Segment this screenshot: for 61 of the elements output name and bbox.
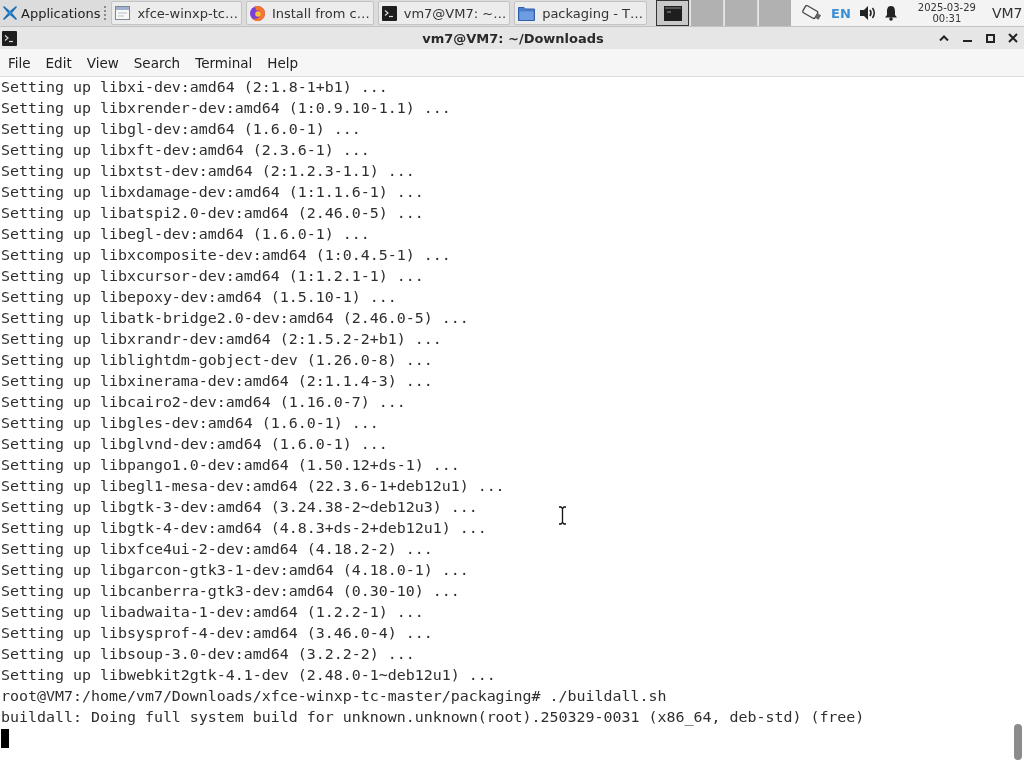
scrollbar-thumb[interactable] xyxy=(1014,724,1022,760)
applications-menu-button[interactable]: Applications xyxy=(0,0,104,26)
menu-item[interactable]: Help xyxy=(259,52,306,73)
taskbar-button[interactable]: xfce-winxp-tc… xyxy=(111,1,242,25)
terminal-line: Setting up libpango1.0-dev:amd64 (1.50.12+ds-1) ... xyxy=(1,455,460,476)
terminal-line: Setting up libepoxy-dev:amd64 (1.5.10-1) ... xyxy=(1,287,397,308)
terminal-line: Setting up libadwaita-1-dev:amd64 (1.2.2-1) ... xyxy=(1,602,424,623)
terminal-line: Setting up libwebkit2gtk-4.1-dev (2.48.0-1~deb12u1) ... xyxy=(1,665,496,686)
terminal-line: Setting up libxi-dev:amd64 (2:1.8-1+b1) ... xyxy=(1,77,388,98)
taskbar-button[interactable]: Install from c… xyxy=(245,1,374,25)
terminal-line: Setting up libxcomposite-dev:amd64 (1:0.4.5-1) ... xyxy=(1,245,451,266)
workspace-button[interactable] xyxy=(656,0,690,26)
terminal-line: Setting up liblightdm-gobject-dev (1.26.0-8) ... xyxy=(1,350,433,371)
terminal-line: Setting up libgles-dev:amd64 (1.6.0-1) ... xyxy=(1,413,379,434)
terminal-line: Setting up libxft-dev:amd64 (2.3.6-1) ... xyxy=(1,140,370,161)
menu-item[interactable]: View xyxy=(78,52,126,73)
terminal-line: root@VM7:/home/vm7/Downloads/xfce-winxp-tc-master/packaging# ./buildall.sh xyxy=(1,686,667,707)
minimize-icon xyxy=(962,40,972,42)
terminal-line: Setting up libegl-dev:amd64 (1.6.0-1) ... xyxy=(1,224,370,245)
menu-item[interactable]: Terminal xyxy=(187,52,260,73)
terminal-line: Setting up libsysprof-4-dev:amd64 (3.46.0-4) ... xyxy=(1,623,433,644)
terminal-line: Setting up libglvnd-dev:amd64 (1.6.0-1) ... xyxy=(1,434,388,455)
terminal-line: Setting up libcanberra-gtk3-dev:amd64 (0.30-10) ... xyxy=(1,581,460,602)
terminal-line: Setting up libxtst-dev:amd64 (2:1.2.3-1.1) ... xyxy=(1,161,415,182)
terminal-line: Setting up libxdamage-dev:amd64 (1:1.1.6-1) ... xyxy=(1,182,424,203)
plug-icon xyxy=(801,4,824,22)
terminal-line: Setting up libegl1-mesa-dev:amd64 (22.3.6-1+deb12u1) ... xyxy=(1,476,505,497)
speaker-icon xyxy=(858,5,876,21)
i-beam-cursor-icon xyxy=(558,506,567,525)
terminal-line: Setting up libgtk-3-dev:amd64 (3.24.38-2~deb12u3) ... xyxy=(1,497,478,518)
terminal-line: Setting up libgl-dev:amd64 (1.6.0-1) ... xyxy=(1,119,361,140)
terminal-line: Setting up libxcursor-dev:amd64 (1:1.2.1-1) ... xyxy=(1,266,424,287)
terminal-icon xyxy=(381,5,397,21)
terminal-line: Setting up libxinerama-dev:amd64 (2:1.1.4-3) ... xyxy=(1,371,433,392)
terminal-line: Setting up libatk-bridge2.0-dev:amd64 (2.46.0-5) ... xyxy=(1,308,469,329)
window-icon xyxy=(115,6,131,20)
maximize-icon xyxy=(985,33,995,43)
menu-item[interactable]: Edit xyxy=(37,52,79,73)
clock-time: 00:31 xyxy=(932,13,962,24)
terminal-line: Setting up libgarcon-gtk3-1-dev:amd64 (4.18.0-1) ... xyxy=(1,560,469,581)
browser-logo-icon xyxy=(249,5,265,21)
terminal-line: Setting up libcairo2-dev:amd64 (1.16.0-7) ... xyxy=(1,392,406,413)
window-title: vm7@VM7: ~/Downloads xyxy=(421,30,605,46)
terminal-line: Setting up libatspi2.0-dev:amd64 (2.46.0-5) ... xyxy=(1,203,424,224)
cross-logo-icon xyxy=(2,5,18,21)
terminal-line: Setting up libxfce4ui-2-dev:amd64 (4.18.2-2) ... xyxy=(1,539,433,560)
folder-icon xyxy=(518,5,536,21)
terminal-line: Setting up libxrandr-dev:amd64 (2:1.5.2-2+b1) ... xyxy=(1,329,442,350)
terminal-line: Setting up libxrender-dev:amd64 (1:0.9.10-1.1) ... xyxy=(1,98,451,119)
close-icon xyxy=(1008,33,1018,43)
caret-up-icon xyxy=(939,35,949,41)
terminal-line: Setting up libsoup-3.0-dev:amd64 (3.2.2-2) ... xyxy=(1,644,415,665)
clock-date: 2025-03-29 xyxy=(917,2,976,13)
menu-item[interactable]: File xyxy=(0,52,38,73)
bell-icon xyxy=(883,5,898,21)
terminal-line: buildall: Doing full system build for unknown.unknown(root).250329-0031 (x86_64, deb-std) (free) xyxy=(1,707,865,728)
menu-item[interactable]: Search xyxy=(125,52,188,73)
taskbar-button[interactable]: vm7@VM7: ~… xyxy=(377,1,511,25)
taskbar-button[interactable]: packaging - T… xyxy=(514,1,648,25)
user-name[interactable]: VM7 xyxy=(991,5,1023,21)
terminal-line: Setting up libgtk-4-dev:amd64 (4.8.3+ds-2+deb12u1) ... xyxy=(1,518,487,539)
